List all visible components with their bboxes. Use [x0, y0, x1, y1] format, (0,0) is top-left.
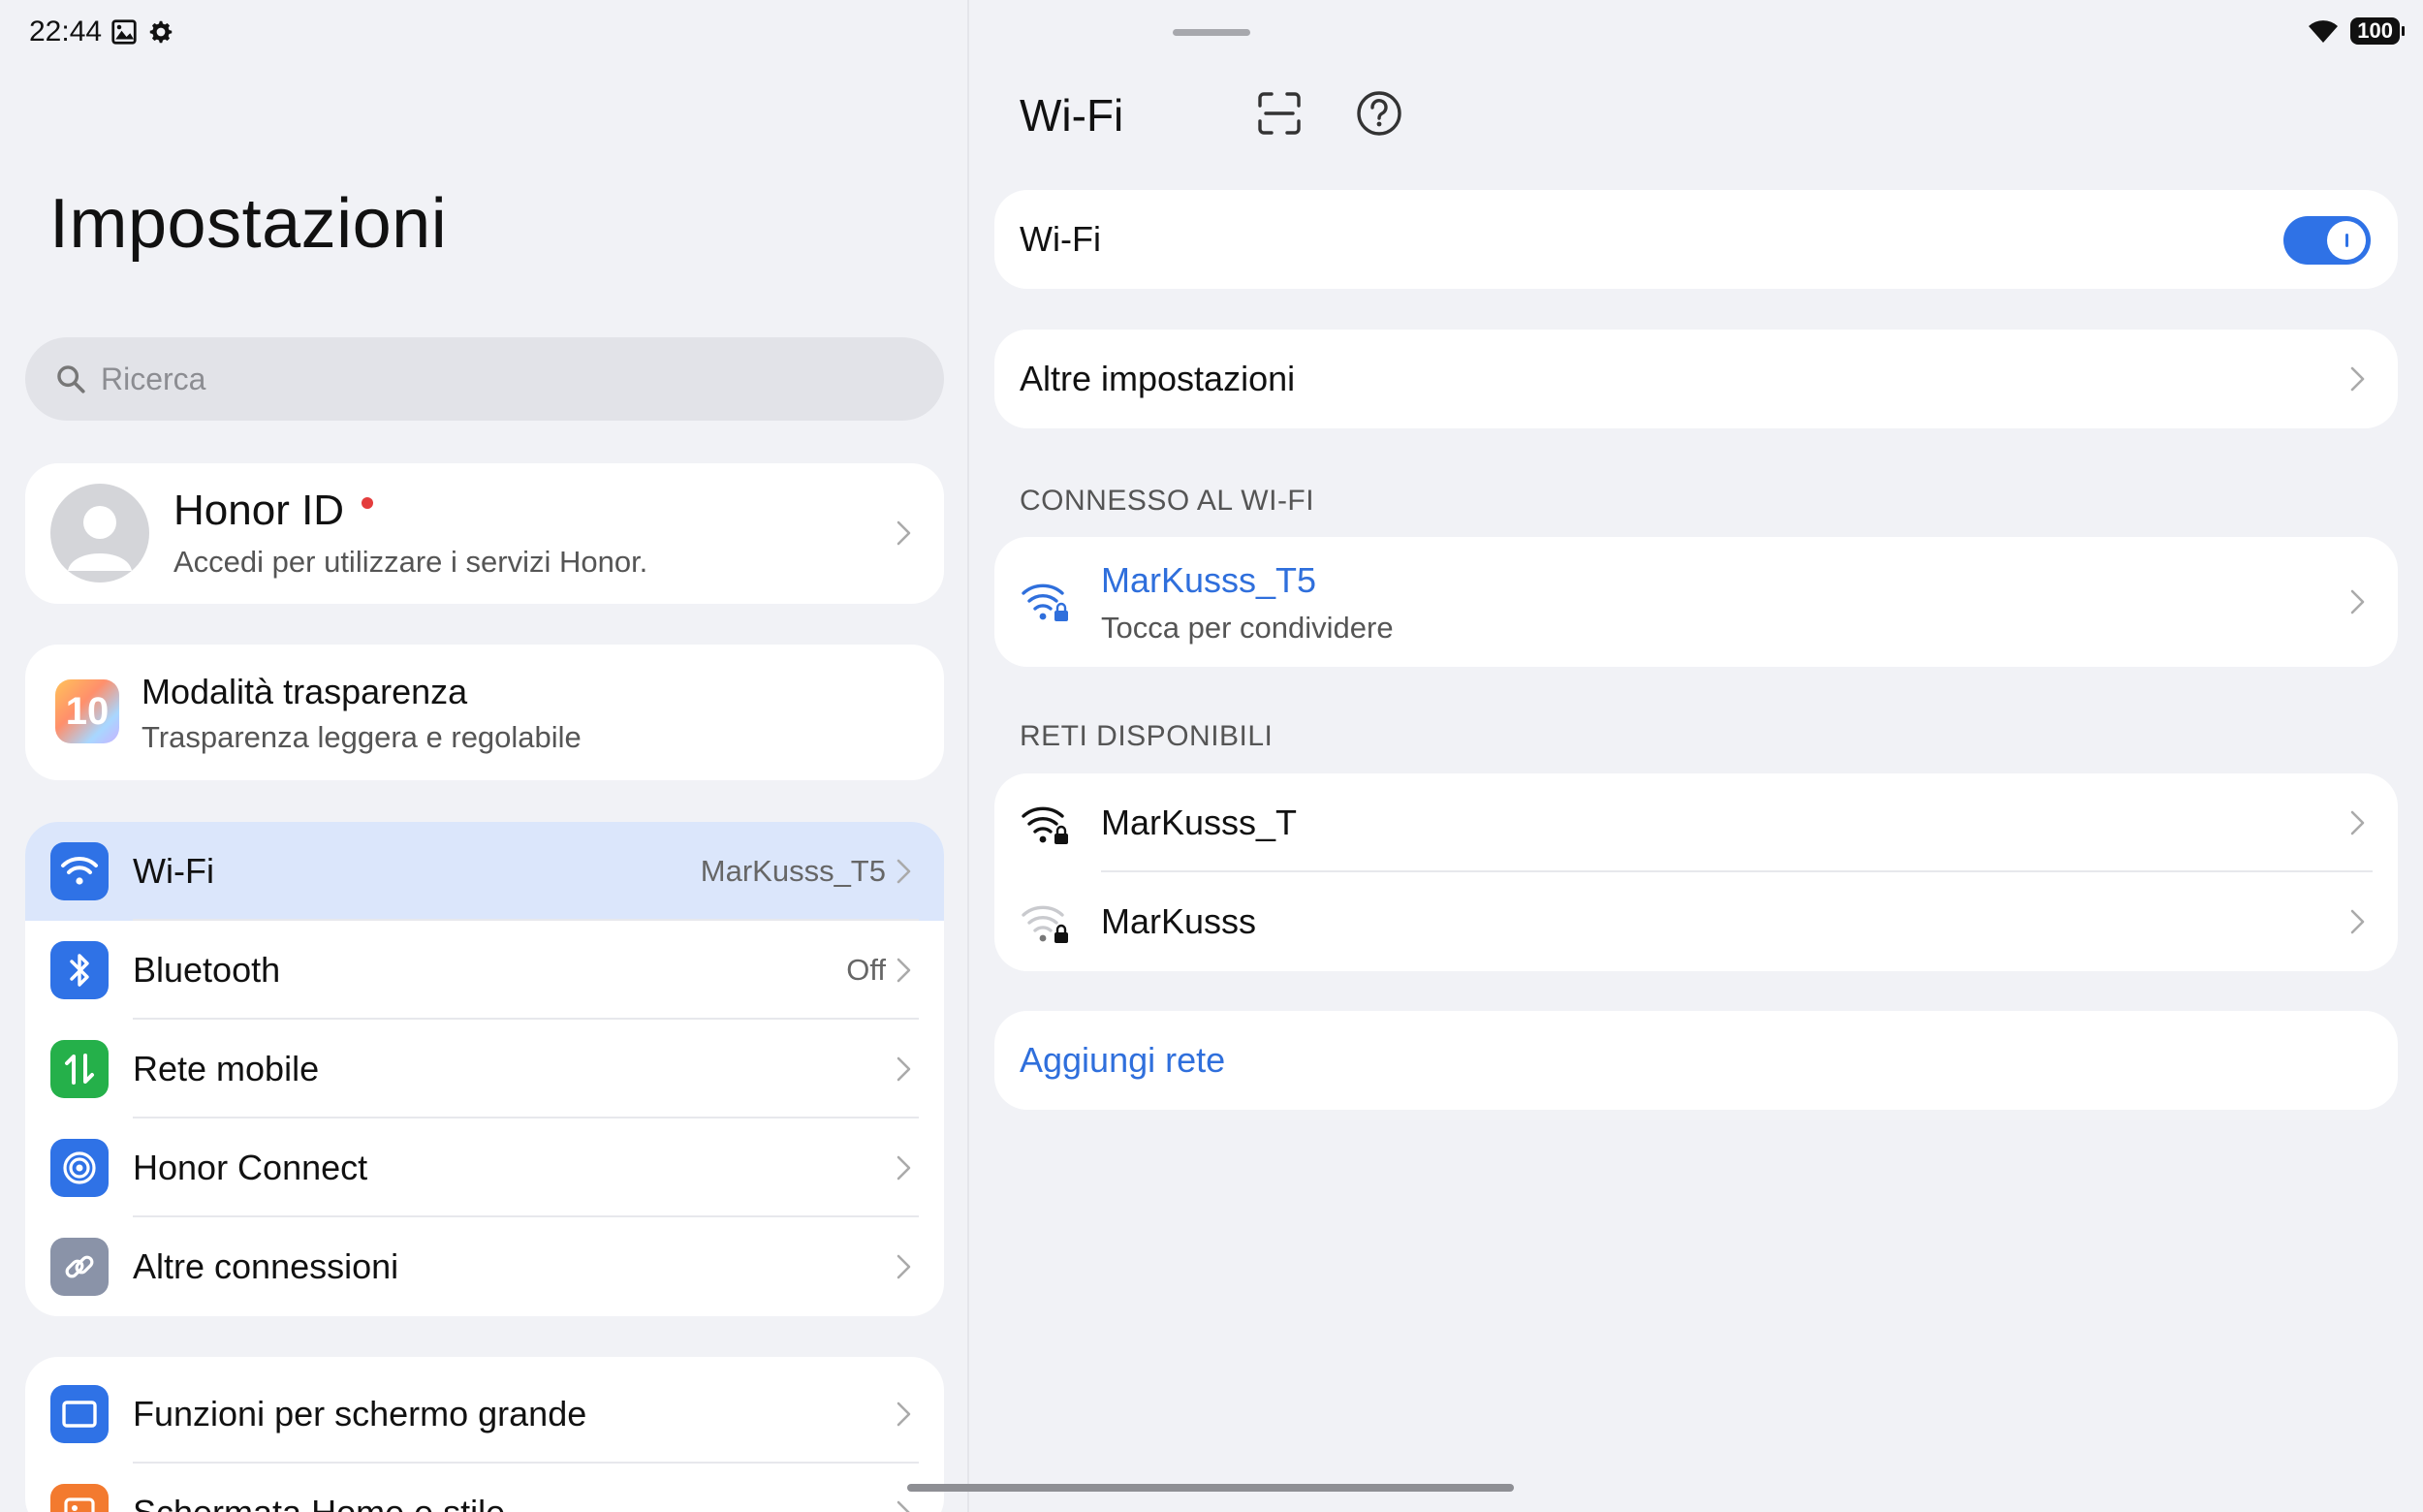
page-title: Impostazioni [49, 185, 448, 263]
sidebar-item-label: Rete mobile [133, 1049, 320, 1088]
connected-network-card: MarKusss_T5 Tocca per condividere [994, 537, 2398, 667]
chevron-right-icon [2350, 810, 2365, 835]
sidebar-item-label: Honor Connect [133, 1148, 368, 1187]
chevron-right-icon [2350, 589, 2365, 614]
more-settings-row[interactable]: Altre impostazioni [994, 330, 2398, 428]
sidebar-item-home-style[interactable]: Schermata Home e stile [25, 1464, 944, 1512]
more-settings-card: Altre impostazioni [994, 330, 2398, 428]
wifi-toggle-switch[interactable] [2283, 216, 2371, 265]
connected-network-row[interactable]: MarKusss_T5 Tocca per condividere [994, 537, 2398, 667]
sidebar-item-honor-connect[interactable]: Honor Connect [25, 1118, 944, 1217]
wifi-signal-icon [2309, 20, 2339, 43]
notification-dot [362, 497, 374, 510]
chevron-right-icon [897, 520, 911, 546]
wifi-weak-lock-icon [1022, 905, 1068, 943]
connected-network-subtitle: Tocca per condividere [1101, 611, 1394, 645]
transparency-title: Modalità trasparenza [142, 672, 468, 711]
transparency-mode-card[interactable]: 10 Modalità trasparenza Trasparenza legg… [25, 645, 944, 780]
add-network-button[interactable]: Aggiungi rete [1020, 1040, 1225, 1081]
sidebar-item-value: MarKusss_T5 [700, 854, 886, 888]
status-bar-right: 100 [2306, 17, 2405, 45]
network-name: MarKusss [1101, 901, 1257, 941]
sidebar-item-label: Funzioni per schermo grande [133, 1394, 587, 1433]
help-icon[interactable] [1355, 89, 1403, 138]
chevron-right-icon [2350, 909, 2365, 934]
wifi-icon [50, 842, 109, 900]
drag-handle[interactable] [1173, 29, 1250, 36]
wifi-lock-icon [1022, 806, 1068, 844]
chevron-right-icon [897, 859, 911, 884]
wifi-page-title: Wi-Fi [1020, 90, 1124, 141]
add-network-card[interactable]: Aggiungi rete [994, 1011, 2398, 1110]
large-screen-icon [50, 1385, 109, 1443]
chevron-right-icon [897, 1254, 911, 1279]
sidebar-item-large-screen[interactable]: Funzioni per schermo grande [25, 1365, 944, 1464]
wifi-lock-icon [1022, 583, 1068, 621]
network-row[interactable]: MarKusss [994, 872, 2398, 971]
network-row[interactable]: MarKusss_T [994, 773, 2398, 872]
chevron-right-icon [2350, 366, 2365, 392]
avatar [50, 484, 149, 583]
sidebar-item-bluetooth[interactable]: Bluetooth Off [25, 921, 944, 1020]
honor-connect-icon [50, 1139, 109, 1197]
wifi-toggle-label: Wi-Fi [1020, 219, 1101, 259]
home-style-icon [50, 1484, 109, 1512]
magic-os-icon: 10 [55, 679, 119, 743]
network-name: MarKusss_T [1101, 803, 1298, 842]
mobile-data-icon [50, 1040, 109, 1098]
battery-icon: 100 [2350, 17, 2405, 45]
chevron-right-icon [897, 1500, 910, 1512]
connected-network-name: MarKusss_T5 [1101, 560, 1317, 600]
more-settings-label: Altre impostazioni [1020, 359, 1296, 398]
wifi-toggle-card: Wi-Fi [994, 190, 2398, 289]
chevron-right-icon [897, 1056, 911, 1082]
sidebar-item-mobile-network[interactable]: Rete mobile [25, 1020, 944, 1118]
available-section-header: RETI DISPONIBILI [1020, 720, 1274, 752]
chevron-right-icon [897, 1155, 911, 1181]
honor-id-subtitle: Accedi per utilizzare i servizi Honor. [173, 545, 648, 579]
sidebar-item-other-connections[interactable]: Altre connessioni [25, 1217, 944, 1316]
bluetooth-icon [50, 941, 109, 999]
honor-id-label: Honor ID [173, 487, 345, 534]
transparency-subtitle: Trasparenza leggera e regolabile [142, 720, 582, 754]
chevron-right-icon [897, 958, 911, 983]
sidebar-item-label: Wi-Fi [133, 851, 214, 891]
search-bar[interactable] [25, 337, 944, 421]
sidebar-item-value: Off [846, 953, 886, 987]
toggle-knob [2327, 221, 2366, 260]
sidebar-item-label: Schermata Home e stile [133, 1493, 505, 1512]
sidebar-item-wifi[interactable]: Wi-Fi MarKusss_T5 [25, 822, 944, 921]
connections-list: Wi-Fi MarKusss_T5 Bluetooth Off Rete mob… [25, 822, 944, 1316]
wifi-toggle-row[interactable]: Wi-Fi [994, 190, 2398, 289]
scan-qr-icon[interactable] [1256, 90, 1303, 137]
home-indicator[interactable] [907, 1484, 1514, 1492]
search-icon [57, 365, 85, 394]
connected-section-header: CONNESSO AL WI-FI [1020, 485, 1315, 517]
sidebar-item-label: Altre connessioni [133, 1246, 399, 1286]
search-input[interactable] [101, 361, 876, 397]
honor-id-card[interactable]: Honor ID Accedi per utilizzare i servizi… [25, 463, 944, 604]
honor-id-title: Honor ID [173, 487, 374, 535]
display-list: Funzioni per schermo grande Schermata Ho… [25, 1357, 944, 1512]
pane-divider[interactable] [967, 0, 969, 1512]
available-networks-card: MarKusss_T MarKusss [994, 773, 2398, 971]
link-icon [50, 1238, 109, 1296]
sidebar-item-label: Bluetooth [133, 950, 281, 990]
chevron-right-icon [897, 1402, 911, 1427]
settings-pane: Impostazioni Honor ID Accedi per utilizz… [0, 0, 967, 1512]
